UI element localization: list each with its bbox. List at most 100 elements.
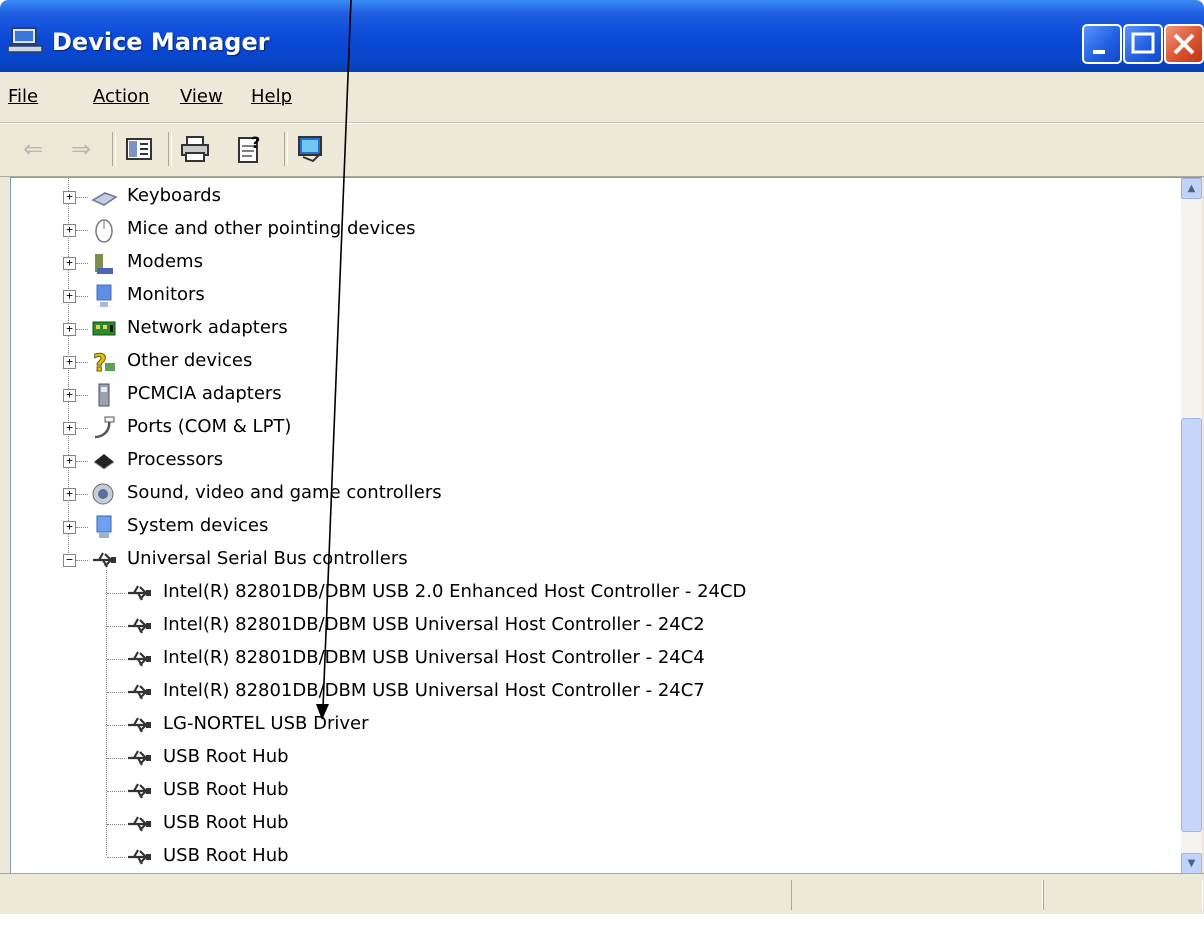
collapse-icon[interactable]: −: [63, 554, 76, 567]
usb-icon: [128, 585, 151, 601]
forward-icon[interactable]: ⇒: [66, 134, 96, 164]
usb-icon: [128, 816, 151, 832]
tree-device-usb[interactable]: Intel(R) 82801DB/DBM USB Universal Host …: [11, 612, 1171, 640]
tree-category-system-devices[interactable]: + System devices: [11, 513, 1171, 541]
expand-icon[interactable]: +: [63, 323, 76, 336]
tree-device-usb[interactable]: USB Root Hub: [11, 744, 1171, 772]
scroll-up-button[interactable]: ▲: [1181, 178, 1202, 199]
toolbar: ⇐ ⇒ ?: [0, 123, 1204, 177]
keyboard-icon: [91, 192, 117, 206]
tree-category-sound[interactable]: + Sound, video and game controllers: [11, 480, 1171, 508]
close-button[interactable]: [1164, 24, 1204, 64]
show-hide-tree-icon[interactable]: [124, 134, 154, 164]
pcmcia-icon: [98, 383, 110, 407]
tree-connector: [76, 494, 88, 495]
toolbar-separator: [168, 132, 172, 166]
expand-icon[interactable]: +: [63, 356, 76, 369]
tree-category-ports[interactable]: + Ports (COM & LPT): [11, 414, 1171, 442]
tree-device-usb[interactable]: Intel(R) 82801DB/DBM USB Universal Host …: [11, 645, 1171, 673]
tree-device-label: LG-NORTEL USB Driver: [163, 713, 369, 734]
title-bar[interactable]: Device Manager: [0, 0, 1204, 72]
modem-icon: [95, 254, 113, 274]
tree-category-label: Network adapters: [127, 317, 288, 338]
tree-category-label: Modems: [127, 251, 203, 272]
tree-connector: [76, 263, 88, 264]
tree-connector: [107, 758, 125, 759]
usb-icon: [128, 783, 151, 799]
svg-text:?: ?: [93, 349, 107, 375]
tree-device-usb[interactable]: USB Root Hub: [11, 810, 1171, 838]
status-bar: [0, 873, 1204, 914]
unknown-device-icon: ?: [93, 349, 115, 375]
tree-category-other-devices[interactable]: + ? Other devices: [11, 348, 1171, 376]
tree-device-label: USB Root Hub: [163, 845, 289, 866]
tree-connector: [76, 461, 88, 462]
back-icon[interactable]: ⇐: [18, 134, 48, 164]
tree-category-mice[interactable]: + Mice and other pointing devices: [11, 216, 1171, 244]
tree-device-usb[interactable]: Intel(R) 82801DB/DBM USB Universal Host …: [11, 678, 1171, 706]
usb-icon: [93, 552, 116, 568]
maximize-button[interactable]: [1123, 24, 1163, 64]
monitor-icon: [96, 284, 112, 307]
tree-category-label: Other devices: [127, 350, 253, 371]
chevron-down-icon: ▼: [1187, 858, 1196, 869]
expand-icon[interactable]: +: [63, 224, 76, 237]
tree-category-label: Monitors: [127, 284, 205, 305]
tree-category-label: Ports (COM & LPT): [127, 416, 292, 437]
expand-icon[interactable]: +: [63, 422, 76, 435]
tree-connector: [76, 560, 88, 561]
tree-device-label: Intel(R) 82801DB/DBM USB Universal Host …: [163, 614, 705, 635]
expand-icon[interactable]: +: [63, 389, 76, 402]
status-pane: [791, 880, 1043, 910]
menu-bar: File Action View Help: [0, 72, 1204, 123]
tree-category-label: System devices: [127, 515, 269, 536]
tree-connector: [76, 362, 88, 363]
tree-device-label: Intel(R) 82801DB/DBM USB 2.0 Enhanced Ho…: [163, 581, 747, 602]
svg-text:?: ?: [251, 134, 260, 152]
usb-icon: [128, 717, 151, 733]
computer-icon: [8, 27, 43, 53]
expand-icon[interactable]: +: [63, 455, 76, 468]
menu-file[interactable]: File: [8, 86, 38, 107]
expand-icon[interactable]: +: [63, 521, 76, 534]
expand-icon[interactable]: +: [63, 191, 76, 204]
tree-connector: [107, 659, 125, 660]
tree-connector: [107, 725, 125, 726]
scan-hardware-icon[interactable]: [296, 134, 326, 164]
vertical-scrollbar[interactable]: ▲ ▼: [1181, 177, 1202, 874]
tree-category-network-adapters[interactable]: + Network adapters: [11, 315, 1171, 343]
tree-category-processors[interactable]: + Processors: [11, 447, 1171, 475]
properties-help-icon[interactable]: ?: [236, 134, 266, 164]
speaker-icon: [92, 483, 114, 505]
network-adapter-icon: [92, 321, 116, 336]
expand-icon[interactable]: +: [63, 257, 76, 270]
tree-category-keyboards[interactable]: + Keyboards: [11, 183, 1171, 211]
menu-view[interactable]: View: [180, 86, 223, 107]
tree-connector: [76, 329, 88, 330]
tree-connector: [76, 230, 88, 231]
menu-help[interactable]: Help: [251, 86, 292, 107]
tree-connector: [76, 527, 88, 528]
scrollbar-thumb[interactable]: [1181, 418, 1202, 832]
tree-device-usb[interactable]: LG-NORTEL USB Driver: [11, 711, 1171, 739]
device-tree[interactable]: + Keyboards + Mice and other pointing de…: [10, 177, 1182, 874]
tree-category-modems[interactable]: + Modems: [11, 249, 1171, 277]
tree-device-usb[interactable]: Intel(R) 82801DB/DBM USB 2.0 Enhanced Ho…: [11, 579, 1171, 607]
expand-icon[interactable]: +: [63, 488, 76, 501]
menu-action[interactable]: Action: [93, 86, 149, 107]
expand-icon[interactable]: +: [63, 290, 76, 303]
print-icon[interactable]: [180, 134, 210, 164]
minimize-button[interactable]: [1082, 24, 1122, 64]
tree-device-usb[interactable]: USB Root Hub: [11, 777, 1171, 805]
tree-category-usb-controllers[interactable]: − Universal Serial Bus controllers: [11, 546, 1171, 574]
mouse-icon: [95, 219, 113, 243]
tree-device-label: Intel(R) 82801DB/DBM USB Universal Host …: [163, 647, 705, 668]
tree-device-usb[interactable]: USB Root Hub: [11, 843, 1171, 871]
tree-device-label: USB Root Hub: [163, 779, 289, 800]
minimize-icon: [1093, 50, 1105, 54]
tree-category-pcmcia-adapters[interactable]: + PCMCIA adapters: [11, 381, 1171, 409]
tree-category-monitors[interactable]: + Monitors: [11, 282, 1171, 310]
usb-icon: [128, 618, 151, 634]
scroll-down-button[interactable]: ▼: [1181, 853, 1202, 874]
usb-icon: [128, 849, 151, 865]
